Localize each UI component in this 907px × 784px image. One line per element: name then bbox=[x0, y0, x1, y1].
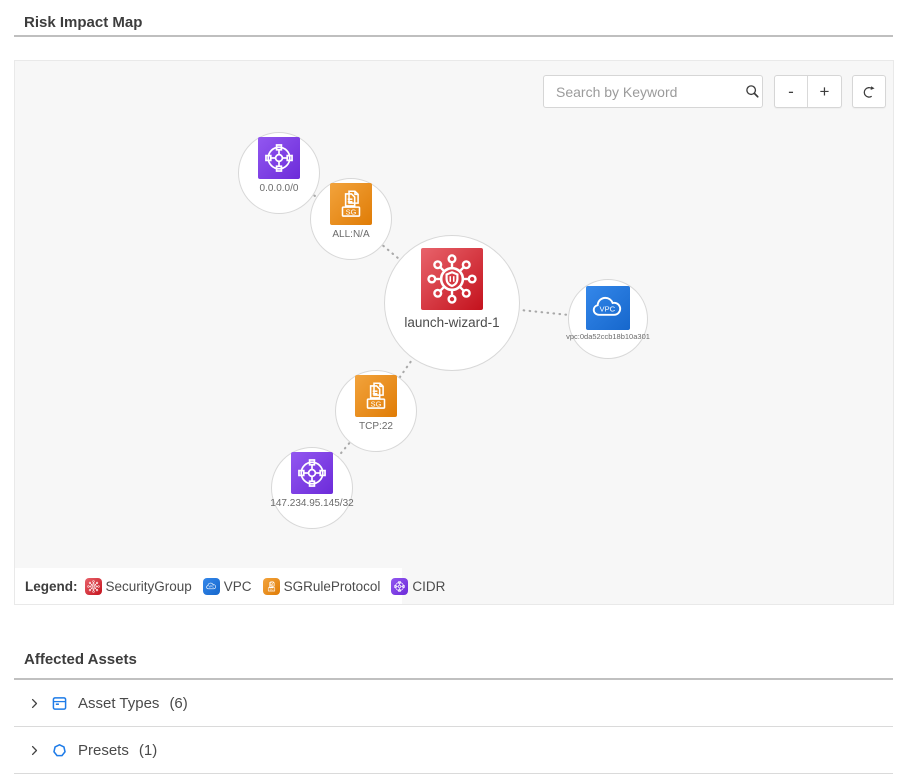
graph-node-sgrule[interactable]: TCP:22 bbox=[335, 370, 417, 452]
legend-title: Legend: bbox=[25, 579, 78, 594]
refresh-icon bbox=[860, 83, 878, 101]
search-input[interactable] bbox=[544, 84, 743, 100]
zoom-out-button[interactable]: - bbox=[775, 76, 808, 107]
node-label: launch-wizard-1 bbox=[404, 315, 499, 330]
node-label: ALL:N/A bbox=[332, 229, 369, 240]
security-group-icon bbox=[85, 578, 102, 595]
row-count: (6) bbox=[169, 695, 187, 712]
security-group-icon bbox=[421, 248, 483, 310]
legend-item-label: SecurityGroup bbox=[106, 579, 192, 594]
sgrule-icon bbox=[355, 375, 397, 417]
sgrule-icon bbox=[263, 578, 280, 595]
graph-node-cidr[interactable]: 0.0.0.0/0 bbox=[238, 132, 320, 214]
legend: Legend: SecurityGroup VPC SGRuleProtocol… bbox=[15, 568, 402, 604]
page-title: Risk Impact Map bbox=[24, 13, 893, 32]
graph-node-security-group[interactable]: launch-wizard-1 bbox=[384, 235, 520, 371]
legend-item-security-group: SecurityGroup bbox=[85, 578, 192, 595]
cidr-icon bbox=[291, 452, 333, 494]
chevron-right-icon[interactable] bbox=[28, 697, 41, 710]
sgrule-icon bbox=[330, 183, 372, 225]
refresh-button[interactable] bbox=[852, 75, 886, 108]
cidr-icon bbox=[391, 578, 408, 595]
page-header: Risk Impact Map bbox=[14, 0, 893, 37]
zoom-controls: - + bbox=[774, 75, 842, 108]
search-box bbox=[543, 75, 763, 108]
legend-item-label: CIDR bbox=[412, 579, 445, 594]
node-label: vpc:0da52ccb18b10a301 bbox=[566, 332, 650, 341]
graph-node-vpc[interactable]: vpc:0da52ccb18b10a301 bbox=[568, 279, 648, 359]
presets-icon bbox=[51, 742, 68, 759]
graph-node-sgrule[interactable]: ALL:N/A bbox=[310, 178, 392, 260]
node-label: 147.234.95.145/32 bbox=[270, 498, 353, 509]
presets-row[interactable]: Presets (1) bbox=[14, 727, 893, 774]
risk-impact-map-panel: 0.0.0.0/0 ALL:N/A launch-wizard-1 vpc:0d… bbox=[14, 60, 894, 605]
legend-item-label: VPC bbox=[224, 579, 252, 594]
legend-item-sgruleprotocol: SGRuleProtocol bbox=[263, 578, 381, 595]
legend-item-cidr: CIDR bbox=[391, 578, 445, 595]
legend-item-vpc: VPC bbox=[203, 578, 252, 595]
affected-assets-title: Affected Assets bbox=[24, 650, 893, 669]
node-label: 0.0.0.0/0 bbox=[260, 183, 299, 194]
zoom-in-button[interactable]: + bbox=[808, 76, 841, 107]
chevron-right-icon[interactable] bbox=[28, 744, 41, 757]
node-label: TCP:22 bbox=[359, 421, 393, 432]
search-icon[interactable] bbox=[743, 76, 762, 107]
graph-node-cidr[interactable]: 147.234.95.145/32 bbox=[271, 447, 353, 529]
row-count: (1) bbox=[139, 742, 157, 759]
row-label: Presets bbox=[78, 742, 129, 759]
row-label: Asset Types bbox=[78, 695, 159, 712]
asset-types-row[interactable]: Asset Types (6) bbox=[14, 680, 893, 727]
map-toolbar: - + bbox=[15, 75, 893, 108]
legend-item-label: SGRuleProtocol bbox=[284, 579, 381, 594]
asset-types-icon bbox=[51, 695, 68, 712]
vpc-icon bbox=[203, 578, 220, 595]
affected-assets-section: Affected Assets Asset Types (6) Presets … bbox=[14, 650, 893, 774]
cidr-icon bbox=[258, 137, 300, 179]
vpc-icon bbox=[586, 286, 630, 330]
